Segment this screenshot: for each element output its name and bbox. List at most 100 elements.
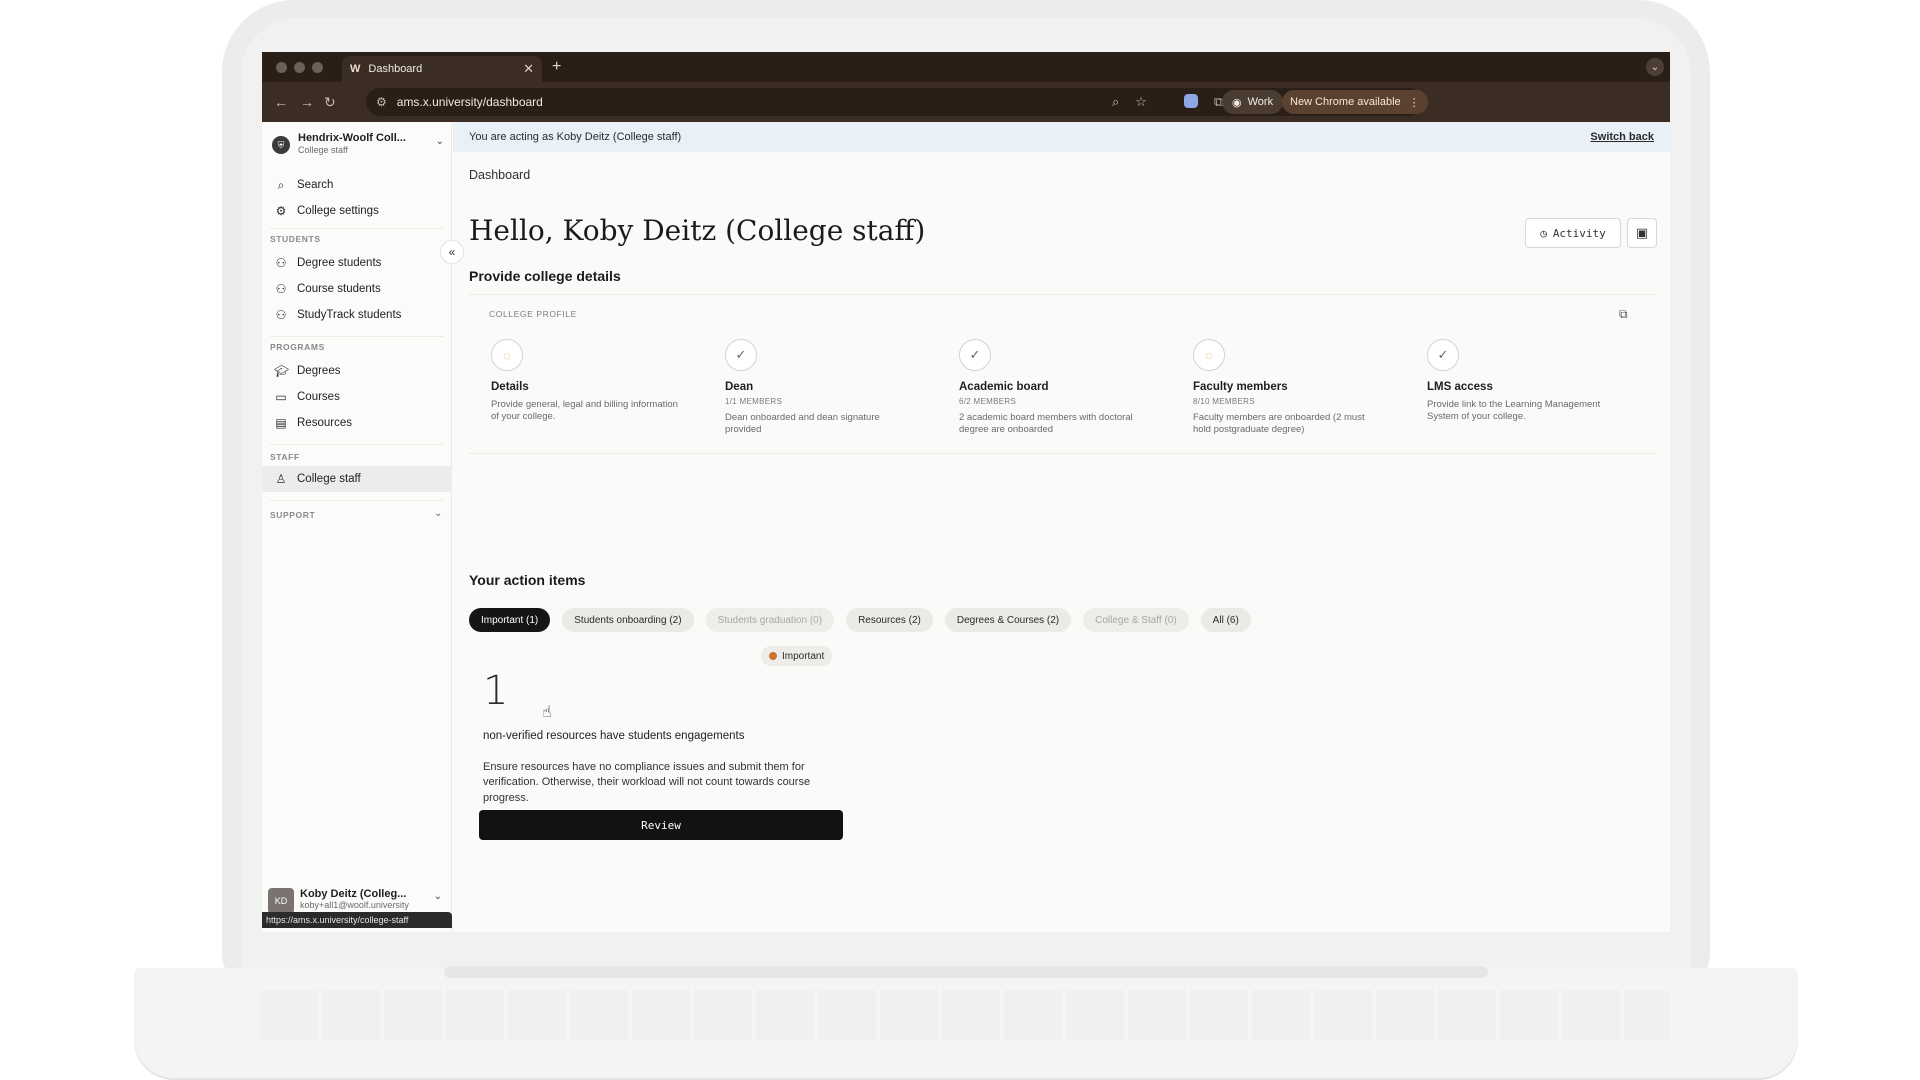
step-sub: 6/2 MEMBERS bbox=[959, 397, 1017, 406]
search-icon: ⌕ bbox=[277, 177, 285, 192]
sidebar-item-college-staff[interactable]: ♙ College staff bbox=[262, 466, 452, 492]
browser-tab[interactable]: W Dashboard ✕ bbox=[342, 56, 542, 82]
step-title: Faculty members bbox=[1193, 381, 1288, 393]
activity-button[interactable]: ◷ Activity bbox=[1525, 218, 1621, 248]
maximize-window-button[interactable] bbox=[312, 62, 323, 73]
sidebar-item-courses[interactable]: ▭ Courses bbox=[262, 384, 452, 410]
check-icon: ✓ bbox=[1427, 339, 1459, 371]
sidebar-item-search[interactable]: ⌕ Search bbox=[262, 172, 452, 198]
clipboard-icon: ▤ bbox=[275, 416, 287, 430]
extension-icon[interactable] bbox=[1184, 94, 1198, 108]
forward-icon[interactable]: → bbox=[300, 94, 314, 110]
chip-students-graduation[interactable]: Students graduation (0) bbox=[705, 608, 835, 632]
reload-icon[interactable]: ↻ bbox=[324, 94, 336, 111]
check-icon: ✓ bbox=[725, 339, 757, 371]
kebab-menu-icon[interactable]: ⋮ bbox=[1409, 96, 1420, 109]
section-label-programs: PROGRAMS bbox=[270, 342, 325, 352]
bookmark-star-icon[interactable]: ☆ bbox=[1135, 94, 1147, 110]
chip-all[interactable]: All (6) bbox=[1200, 608, 1251, 632]
badge-label: Important bbox=[782, 650, 825, 662]
laptop-keyboard bbox=[260, 990, 1670, 1040]
college-profile-label: COLLEGE PROFILE bbox=[489, 309, 577, 319]
step-academic-board[interactable]: ✓ Academic board 6/2 MEMBERS 2 academic … bbox=[959, 339, 1149, 437]
chip-resources[interactable]: Resources (2) bbox=[846, 608, 933, 632]
close-window-button[interactable] bbox=[276, 62, 287, 73]
user-name: Koby Deitz (Colleg... bbox=[300, 888, 407, 900]
divider bbox=[270, 228, 444, 229]
external-link-icon[interactable]: ⧉ bbox=[1619, 307, 1628, 322]
step-dean[interactable]: ✓ Dean 1/1 MEMBERS Dean onboarded and de… bbox=[725, 339, 915, 437]
step-desc: Faculty members are onboarded (2 must ho… bbox=[1193, 412, 1365, 436]
sidebar-item-label: Degree students bbox=[297, 257, 382, 269]
site-info-icon[interactable]: ⚙ bbox=[376, 95, 387, 109]
chip-degrees-courses[interactable]: Degrees & Courses (2) bbox=[944, 608, 1072, 632]
page-title: Hello, Koby Deitz (College staff) bbox=[469, 214, 926, 247]
org-name: Hendrix-Woolf Coll... bbox=[298, 132, 406, 144]
students-icon: ⚇ bbox=[275, 282, 287, 296]
user-email: koby+all1@woolf.university bbox=[300, 900, 409, 910]
sidebar-item-label: Resources bbox=[297, 417, 352, 429]
divider bbox=[270, 336, 444, 337]
profile-chip[interactable]: ◉ Work bbox=[1222, 90, 1284, 114]
step-lms-access[interactable]: ✓ LMS access Provide link to the Learnin… bbox=[1427, 339, 1617, 424]
banner-text: You are acting as Koby Deitz (College st… bbox=[469, 131, 682, 143]
sidebar-item-course-students[interactable]: ⚇ Course students bbox=[262, 276, 452, 302]
update-label: New Chrome available bbox=[1290, 96, 1401, 108]
divider bbox=[270, 500, 444, 501]
graduation-cap-icon: 🎓︎ bbox=[274, 364, 290, 378]
url-text: ams.x.university/dashboard bbox=[396, 95, 543, 109]
browser-toolbar: ← → ↻ ⚙ ams.x.university/dashboard ⌕ ☆ ⧉… bbox=[262, 82, 1670, 122]
org-role: College staff bbox=[298, 145, 348, 155]
action-item-card: Important 1 non-verified resources have … bbox=[479, 642, 843, 842]
section-label-support[interactable]: SUPPORT bbox=[270, 510, 315, 520]
profile-card-button[interactable]: ▣ bbox=[1627, 218, 1657, 248]
important-badge: Important bbox=[761, 646, 833, 666]
back-icon[interactable]: ← bbox=[274, 94, 288, 110]
omnibox-actions: ⌕ ☆ bbox=[1112, 94, 1147, 110]
favicon: W bbox=[350, 63, 361, 75]
minimize-window-button[interactable] bbox=[294, 62, 305, 73]
sidebar-item-label: Degrees bbox=[297, 365, 341, 377]
card-description: Ensure resources have no compliance issu… bbox=[483, 761, 811, 804]
sidebar-item-studytrack-students[interactable]: ⚇ StudyTrack students bbox=[262, 302, 452, 328]
step-title: Dean bbox=[725, 381, 754, 393]
progress-pending-icon: ◌ bbox=[1193, 339, 1225, 371]
step-title: Academic board bbox=[959, 381, 1049, 393]
impersonation-banner: You are acting as Koby Deitz (College st… bbox=[453, 122, 1670, 152]
chip-students-onboarding[interactable]: Students onboarding (2) bbox=[562, 608, 694, 632]
tab-search-icon[interactable]: ⌄ bbox=[1646, 58, 1664, 76]
sidebar-item-college-settings[interactable]: ⚙ College settings bbox=[262, 198, 452, 224]
divider bbox=[270, 444, 444, 445]
chevron-down-icon[interactable]: ⌄ bbox=[434, 508, 442, 519]
check-icon: ✓ bbox=[959, 339, 991, 371]
main-content: You are acting as Koby Deitz (College st… bbox=[453, 122, 1670, 932]
chip-important[interactable]: Important (1) bbox=[469, 608, 551, 632]
extensions: ⧉ bbox=[1184, 94, 1223, 110]
chip-college-staff[interactable]: College & Staff (0) bbox=[1083, 608, 1189, 632]
sidebar-item-label: College settings bbox=[297, 205, 379, 217]
close-tab-icon[interactable]: ✕ bbox=[523, 61, 534, 77]
chevron-down-icon: ⌄ bbox=[435, 136, 444, 147]
sidebar-item-label: StudyTrack students bbox=[297, 309, 402, 321]
profile-label: Work bbox=[1247, 96, 1274, 108]
sidebar-item-resources[interactable]: ▤ Resources bbox=[262, 410, 452, 436]
sidebar-item-degrees[interactable]: 🎓︎ Degrees bbox=[262, 358, 452, 384]
progress-pending-icon: ◌ bbox=[491, 339, 523, 371]
update-chip[interactable]: New Chrome available ⋮ bbox=[1282, 90, 1428, 114]
zoom-icon[interactable]: ⌕ bbox=[1112, 94, 1119, 110]
step-desc: Provide general, legal and billing infor… bbox=[491, 399, 678, 423]
org-switcher[interactable]: ⛨ Hendrix-Woolf Coll... College staff ⌄ bbox=[272, 132, 444, 164]
hand-cursor-icon: ☝ bbox=[542, 704, 552, 721]
review-button[interactable]: Review bbox=[479, 810, 843, 840]
activity-label: Activity bbox=[1552, 226, 1606, 240]
sidebar-item-degree-students[interactable]: ⚇ Degree students bbox=[262, 250, 452, 276]
step-faculty-members[interactable]: ◌ Faculty members 8/10 MEMBERS Faculty m… bbox=[1193, 339, 1383, 437]
step-title: LMS access bbox=[1427, 381, 1493, 393]
link-status-url: https://ams.x.university/college-staff bbox=[262, 912, 452, 928]
switch-back-link[interactable]: Switch back bbox=[1590, 131, 1654, 143]
breadcrumb: Dashboard bbox=[469, 168, 531, 182]
new-tab-icon[interactable]: + bbox=[552, 58, 561, 76]
step-details[interactable]: ◌ Details Provide general, legal and bil… bbox=[491, 339, 681, 424]
sidebar: ⛨ Hendrix-Woolf Coll... College staff ⌄ … bbox=[262, 122, 452, 932]
profile-avatar-icon: ◉ bbox=[1232, 96, 1242, 109]
